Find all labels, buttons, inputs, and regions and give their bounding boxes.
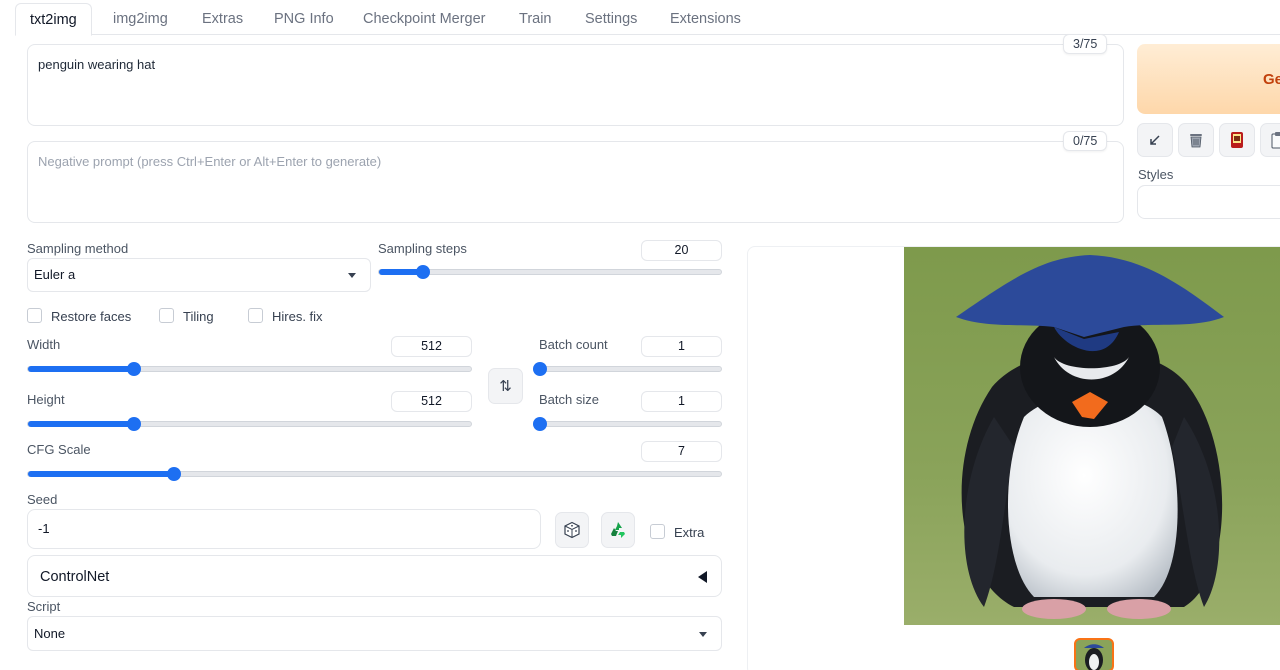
swap-dimensions-button[interactable]: ⇅ bbox=[488, 368, 523, 404]
hires-fix-checkbox[interactable] bbox=[248, 308, 263, 323]
extra-seed-label: Extra bbox=[674, 525, 705, 540]
gallery-thumbnail[interactable] bbox=[1074, 638, 1114, 670]
prompt-input[interactable]: penguin wearing hat bbox=[27, 44, 1124, 126]
height-slider-thumb[interactable] bbox=[127, 417, 142, 431]
controlnet-accordion[interactable]: ControlNet bbox=[27, 555, 722, 597]
sampling-steps-label: Sampling steps bbox=[378, 241, 467, 256]
dice-icon bbox=[564, 521, 580, 539]
width-input[interactable]: 512 bbox=[391, 336, 472, 357]
sampling-steps-slider-thumb[interactable] bbox=[416, 265, 431, 279]
tab-extras[interactable]: Extras bbox=[188, 3, 257, 35]
batch-size-slider[interactable] bbox=[533, 417, 722, 431]
extra-seed-checkbox[interactable] bbox=[650, 524, 665, 539]
negative-prompt-input[interactable]: Negative prompt (press Ctrl+Enter or Alt… bbox=[27, 141, 1124, 223]
negative-prompt-token-counter: 0/75 bbox=[1063, 131, 1108, 151]
width-slider-thumb[interactable] bbox=[127, 362, 142, 376]
tiling-label: Tiling bbox=[183, 309, 214, 324]
collapse-triangle-icon bbox=[698, 571, 707, 583]
styles-dropdown[interactable] bbox=[1137, 185, 1280, 219]
batch-count-label: Batch count bbox=[539, 337, 608, 352]
seed-input[interactable]: -1 bbox=[27, 509, 541, 549]
hires-fix-label: Hires. fix bbox=[272, 309, 323, 324]
restore-faces-label: Restore faces bbox=[51, 309, 132, 324]
sampling-method-value: Euler a bbox=[34, 267, 76, 282]
script-label: Script bbox=[27, 599, 61, 614]
sampling-steps-slider[interactable] bbox=[378, 265, 722, 279]
width-slider-fill bbox=[28, 366, 135, 372]
height-slider[interactable] bbox=[27, 417, 472, 431]
batch-size-slider-thumb[interactable] bbox=[533, 417, 547, 431]
recycle-icon bbox=[611, 522, 625, 538]
batch-count-input[interactable]: 1 bbox=[641, 336, 722, 357]
random-seed-button[interactable] bbox=[555, 512, 589, 548]
cfg-scale-input[interactable]: 7 bbox=[641, 441, 722, 462]
chevron-down-icon bbox=[348, 273, 356, 278]
height-label: Height bbox=[27, 392, 65, 407]
sampling-steps-input[interactable]: 20 bbox=[641, 240, 722, 261]
width-slider[interactable] bbox=[27, 362, 472, 376]
tab-settings[interactable]: Settings bbox=[571, 3, 651, 35]
cfg-scale-label: CFG Scale bbox=[27, 442, 91, 457]
tab-extensions[interactable]: Extensions bbox=[656, 3, 755, 35]
script-value: None bbox=[34, 626, 66, 641]
chevron-down-icon bbox=[699, 631, 707, 637]
controlnet-label: ControlNet bbox=[40, 569, 110, 585]
batch-size-label: Batch size bbox=[539, 392, 599, 407]
height-slider-fill bbox=[28, 421, 135, 427]
prompt-token-counter: 3/75 bbox=[1063, 34, 1108, 54]
reuse-seed-button[interactable] bbox=[601, 512, 635, 548]
width-label: Width bbox=[27, 337, 61, 352]
tiling-checkbox[interactable] bbox=[159, 308, 174, 323]
seed-label: Seed bbox=[27, 492, 58, 507]
tab-train[interactable]: Train bbox=[505, 3, 566, 35]
generate-button[interactable]: Ge bbox=[1137, 44, 1280, 114]
cfg-scale-slider-fill bbox=[28, 471, 174, 477]
paste-arrow-icon[interactable] bbox=[1137, 123, 1173, 157]
script-dropdown[interactable]: None bbox=[27, 616, 722, 651]
tab-bar: txt2img img2img Extras PNG Info Checkpoi… bbox=[15, 3, 1280, 36]
swap-icon: ⇅ bbox=[499, 378, 512, 395]
height-input[interactable]: 512 bbox=[391, 391, 472, 412]
tab-png-info[interactable]: PNG Info bbox=[260, 3, 348, 35]
batch-size-input[interactable]: 1 bbox=[641, 391, 722, 412]
generated-image[interactable] bbox=[904, 247, 1280, 625]
sampling-method-dropdown[interactable]: Euler a bbox=[27, 258, 371, 292]
styles-label: Styles bbox=[1138, 167, 1174, 182]
generate-label: Ge bbox=[1263, 71, 1280, 88]
cfg-scale-slider-thumb[interactable] bbox=[166, 467, 181, 481]
batch-count-slider[interactable] bbox=[533, 362, 722, 376]
sampling-method-label: Sampling method bbox=[27, 241, 129, 256]
tab-img2img[interactable]: img2img bbox=[99, 3, 182, 35]
clipboard-icon[interactable] bbox=[1260, 123, 1280, 157]
tab-checkpoint-merger[interactable]: Checkpoint Merger bbox=[349, 3, 500, 35]
trash-icon[interactable] bbox=[1178, 123, 1214, 157]
cfg-scale-slider[interactable] bbox=[27, 467, 722, 481]
model-card-icon[interactable] bbox=[1219, 123, 1255, 157]
restore-faces-checkbox[interactable] bbox=[27, 308, 42, 323]
batch-count-slider-thumb[interactable] bbox=[533, 362, 547, 376]
tab-txt2img[interactable]: txt2img bbox=[15, 3, 92, 36]
